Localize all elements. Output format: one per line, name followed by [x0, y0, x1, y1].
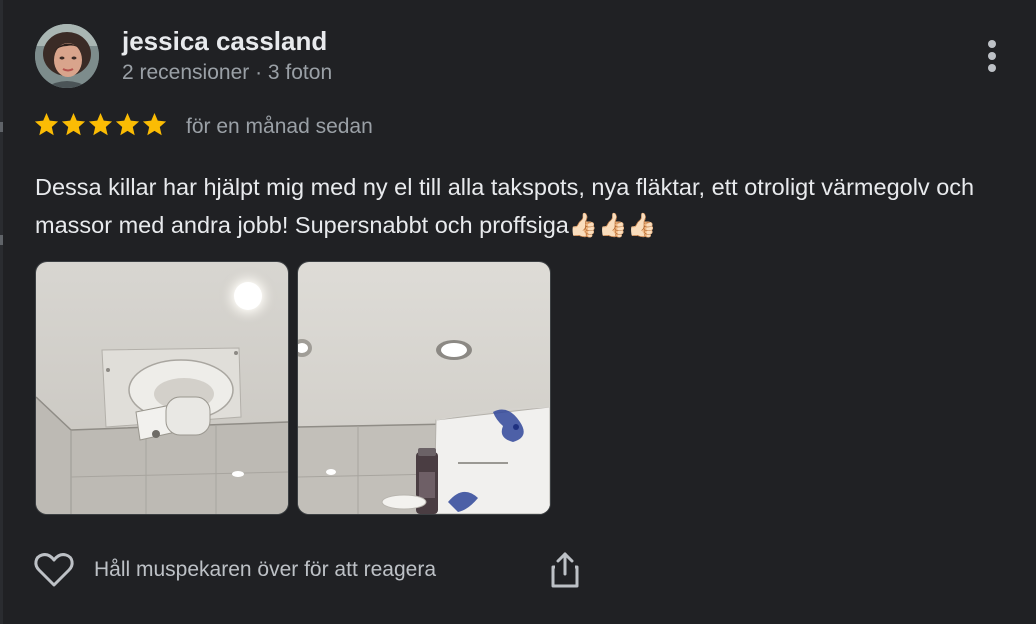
- star-rating: [33, 111, 168, 141]
- avatar-image: [35, 24, 99, 88]
- heart-icon: [34, 553, 74, 587]
- more-vertical-icon: [988, 40, 996, 48]
- star-icon: [142, 113, 167, 136]
- more-vertical-icon: [988, 52, 996, 60]
- author-meta: 2 recensioner · 3 foton: [122, 61, 333, 84]
- star-icon: [34, 113, 59, 136]
- react-hint: Håll muspekaren över för att reagera: [94, 558, 436, 581]
- review-text: Dessa killar har hjälpt mig med ny el ti…: [35, 174, 975, 238]
- more-vertical-icon: [988, 64, 996, 72]
- left-edge-strip: [0, 0, 3, 624]
- like-button[interactable]: [33, 550, 75, 590]
- share-button[interactable]: [548, 550, 582, 590]
- star-icon: [61, 113, 86, 136]
- avatar[interactable]: [35, 24, 99, 88]
- edge-mark: [0, 122, 3, 132]
- share-icon: [551, 552, 579, 588]
- star-icon: [115, 113, 140, 136]
- star-icon: [88, 113, 113, 136]
- more-options-button[interactable]: [976, 36, 1008, 76]
- author-name[interactable]: jessica cassland: [122, 26, 327, 56]
- review-photo-1[interactable]: [35, 261, 289, 515]
- review-time: för en månad sedan: [186, 115, 373, 138]
- bathroom-ceiling-spotlight-photo: [298, 262, 550, 514]
- review-card: jessica cassland 2 recensioner · 3 foton…: [0, 0, 1036, 624]
- edge-mark: [0, 235, 3, 245]
- review-photo-2[interactable]: [297, 261, 551, 515]
- bathroom-ceiling-fan-photo: [36, 262, 288, 514]
